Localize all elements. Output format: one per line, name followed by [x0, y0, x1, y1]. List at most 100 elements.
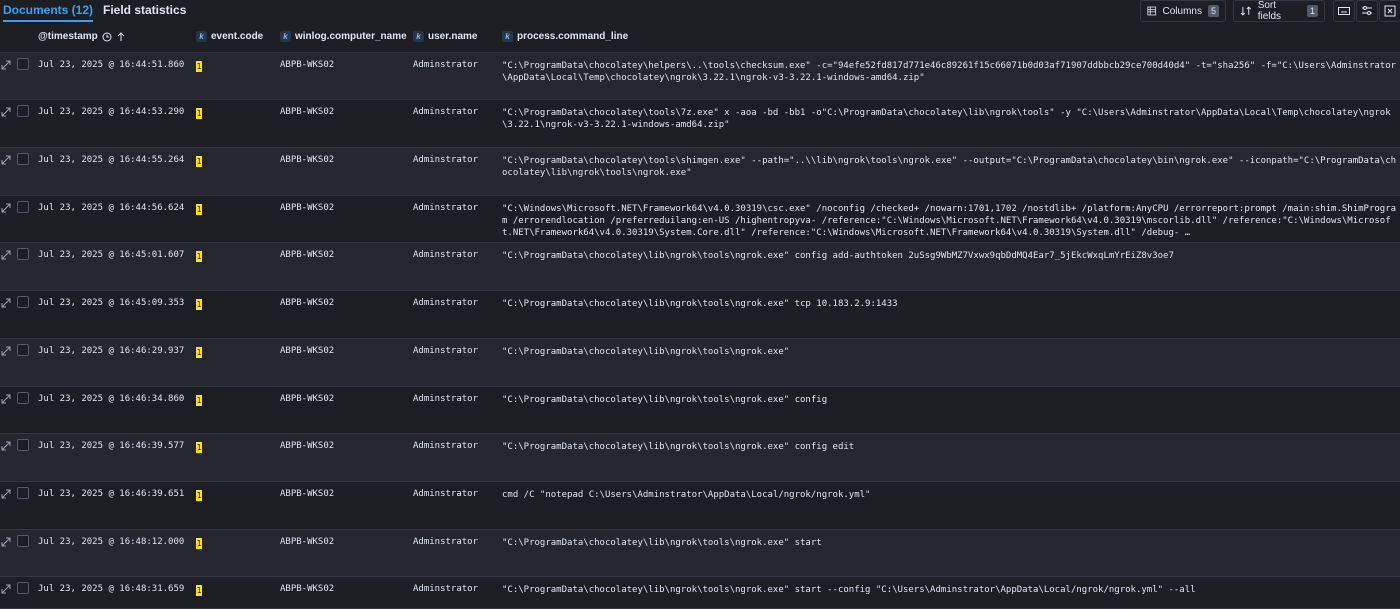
cell-computer-name: ABPB-WKS02	[280, 489, 335, 499]
table-row[interactable]: Jul 23, 2025 @ 16:46:29.937 1 ABPB-WKS02 Ad…	[0, 339, 1400, 387]
sort-icon	[1240, 6, 1252, 16]
tab-field-statistics[interactable]: Field statistics	[103, 2, 186, 22]
table-row[interactable]: Jul 23, 2025 @ 16:48:31.659 1 ABPB-WKS02 Ad…	[0, 577, 1400, 609]
cell-computer-name: ABPB-WKS02	[280, 441, 335, 451]
expand-row-button[interactable]	[0, 488, 12, 500]
keyword-field-icon: k	[196, 31, 207, 42]
table-row[interactable]: Jul 23, 2025 @ 16:44:53.290 1 ABPB-WKS02 Ad…	[0, 100, 1400, 148]
table-row[interactable]: Jul 23, 2025 @ 16:44:51.860 1 ABPB-WKS02 Ad…	[0, 53, 1400, 100]
cell-timestamp: Jul 23, 2025 @ 16:44:55.264	[38, 155, 185, 165]
row-checkbox[interactable]	[17, 296, 29, 308]
cell-user-name: Adminstrator	[413, 250, 479, 260]
table-row[interactable]: Jul 23, 2025 @ 16:46:39.651 1 ABPB-WKS02 Ad…	[0, 482, 1400, 530]
table-row[interactable]: Jul 23, 2025 @ 16:44:56.624 1 ABPB-WKS02 Ad…	[0, 196, 1400, 243]
expand-icon	[1, 155, 11, 165]
header-user-name[interactable]: k user.name	[413, 31, 477, 42]
expand-row-button[interactable]	[0, 154, 12, 166]
row-checkbox[interactable]	[17, 535, 29, 547]
cell-computer-name: ABPB-WKS02	[280, 346, 335, 356]
cell-command-line: "C:\ProgramData\chocolatey\lib\ngrok\too…	[502, 395, 828, 405]
row-checkbox[interactable]	[17, 344, 29, 356]
row-checkbox[interactable]	[17, 392, 29, 404]
expand-row-button[interactable]	[0, 106, 12, 118]
expand-icon	[1, 394, 11, 404]
header-user-name-label: user.name	[428, 31, 478, 42]
fullscreen-button[interactable]	[1379, 0, 1400, 22]
expand-icon	[1, 60, 11, 70]
expand-row-button[interactable]	[0, 202, 12, 214]
cell-computer-name: ABPB-WKS02	[280, 155, 335, 165]
table-row[interactable]: Jul 23, 2025 @ 16:45:09.353 1 ABPB-WKS02 Ad…	[0, 291, 1400, 339]
row-checkbox[interactable]	[17, 105, 29, 117]
expand-icon	[1, 489, 11, 499]
expand-icon	[1, 584, 11, 594]
row-checkbox[interactable]	[17, 487, 29, 499]
expand-icon	[1, 298, 11, 308]
table-row[interactable]: Jul 23, 2025 @ 16:44:55.264 1 ABPB-WKS02 Ad…	[0, 148, 1400, 196]
clock-icon	[102, 32, 112, 41]
table-row[interactable]: Jul 23, 2025 @ 16:46:34.860 1 ABPB-WKS02 Ad…	[0, 387, 1400, 434]
sort-count-badge: 1	[1306, 5, 1318, 17]
table-row[interactable]: Jul 23, 2025 @ 16:46:39.577 1 ABPB-WKS02 Ad…	[0, 434, 1400, 482]
cell-timestamp: Jul 23, 2025 @ 16:46:29.937	[38, 346, 185, 356]
expand-icon	[1, 537, 11, 547]
cell-timestamp: Jul 23, 2025 @ 16:44:53.290	[38, 107, 185, 117]
header-command-line[interactable]: k process.command_line	[502, 31, 628, 42]
keyword-field-icon: k	[502, 31, 513, 42]
cell-computer-name: ABPB-WKS02	[280, 250, 335, 260]
tab-documents[interactable]: Documents (12)	[3, 2, 94, 22]
row-checkbox[interactable]	[17, 582, 29, 594]
cell-computer-name: ABPB-WKS02	[280, 203, 335, 213]
expand-icon	[1, 250, 11, 260]
header-timestamp[interactable]: @timestamp	[38, 31, 126, 42]
cell-user-name: Adminstrator	[413, 394, 479, 404]
expand-icon	[1, 441, 11, 451]
cell-command-line: "C:\ProgramData\chocolatey\tools\7z.exe"…	[502, 108, 1391, 130]
cell-timestamp: Jul 23, 2025 @ 16:48:12.000	[38, 537, 185, 547]
header-command-line-label: process.command_line	[517, 31, 629, 42]
display-settings-button[interactable]	[1356, 0, 1378, 22]
columns-button[interactable]: Columns 5	[1140, 0, 1226, 22]
row-checkbox[interactable]	[17, 201, 29, 213]
sort-fields-label: Sort fields	[1257, 0, 1282, 22]
expand-row-button[interactable]	[0, 440, 12, 452]
expand-row-button[interactable]	[0, 393, 12, 405]
columns-label: Columns	[1162, 5, 1202, 17]
header-timestamp-label: @timestamp	[38, 31, 98, 42]
cell-timestamp: Jul 23, 2025 @ 16:46:39.577	[38, 441, 185, 451]
cell-event-code: 1	[196, 204, 202, 215]
cell-command-line: "C:\ProgramData\chocolatey\lib\ngrok\too…	[502, 251, 1174, 261]
sort-fields-button[interactable]: Sort fields 1	[1233, 0, 1325, 22]
table-header: @timestamp k event.code k winlog.compute…	[0, 22, 1400, 53]
cell-command-line: "C:\Windows\Microsoft.NET\Framework64\v4…	[502, 204, 1397, 238]
header-computer-name[interactable]: k winlog.computer_name	[280, 31, 407, 42]
row-checkbox[interactable]	[17, 248, 29, 260]
cell-user-name: Adminstrator	[413, 489, 479, 499]
expand-row-button[interactable]	[0, 249, 12, 261]
cell-command-line: "C:\ProgramData\chocolatey\tools\shimgen…	[502, 156, 1397, 178]
table-row[interactable]: Jul 23, 2025 @ 16:48:12.000 1 ABPB-WKS02 Ad…	[0, 530, 1400, 577]
row-checkbox[interactable]	[17, 153, 29, 165]
cell-computer-name: ABPB-WKS02	[280, 60, 335, 70]
expand-row-button[interactable]	[0, 536, 12, 548]
table-row[interactable]: Jul 23, 2025 @ 16:45:01.607 1 ABPB-WKS02 Ad…	[0, 243, 1400, 291]
expand-row-button[interactable]	[0, 59, 12, 71]
expand-row-button[interactable]	[0, 345, 12, 357]
cell-event-code: 1	[196, 156, 202, 167]
row-checkbox[interactable]	[17, 58, 29, 70]
sort-ascending-icon[interactable]	[116, 31, 126, 42]
cell-user-name: Adminstrator	[413, 584, 479, 594]
cell-command-line: "C:\ProgramData\chocolatey\helpers\..\to…	[502, 61, 1397, 83]
cell-event-code: 1	[196, 442, 202, 453]
cell-event-code: 1	[196, 347, 202, 358]
cell-timestamp: Jul 23, 2025 @ 16:46:39.651	[38, 489, 185, 499]
cell-event-code: 1	[196, 299, 202, 310]
cell-command-line: "C:\ProgramData\chocolatey\lib\ngrok\too…	[502, 538, 822, 548]
header-event-code[interactable]: k event.code	[196, 31, 263, 42]
expand-row-button[interactable]	[0, 583, 12, 595]
row-checkbox[interactable]	[17, 439, 29, 451]
cell-command-line: "C:\ProgramData\chocolatey\lib\ngrok\too…	[502, 585, 1196, 595]
expand-row-button[interactable]	[0, 297, 12, 309]
cell-timestamp: Jul 23, 2025 @ 16:48:31.659	[38, 584, 185, 594]
keyboard-shortcuts-button[interactable]	[1333, 0, 1355, 22]
